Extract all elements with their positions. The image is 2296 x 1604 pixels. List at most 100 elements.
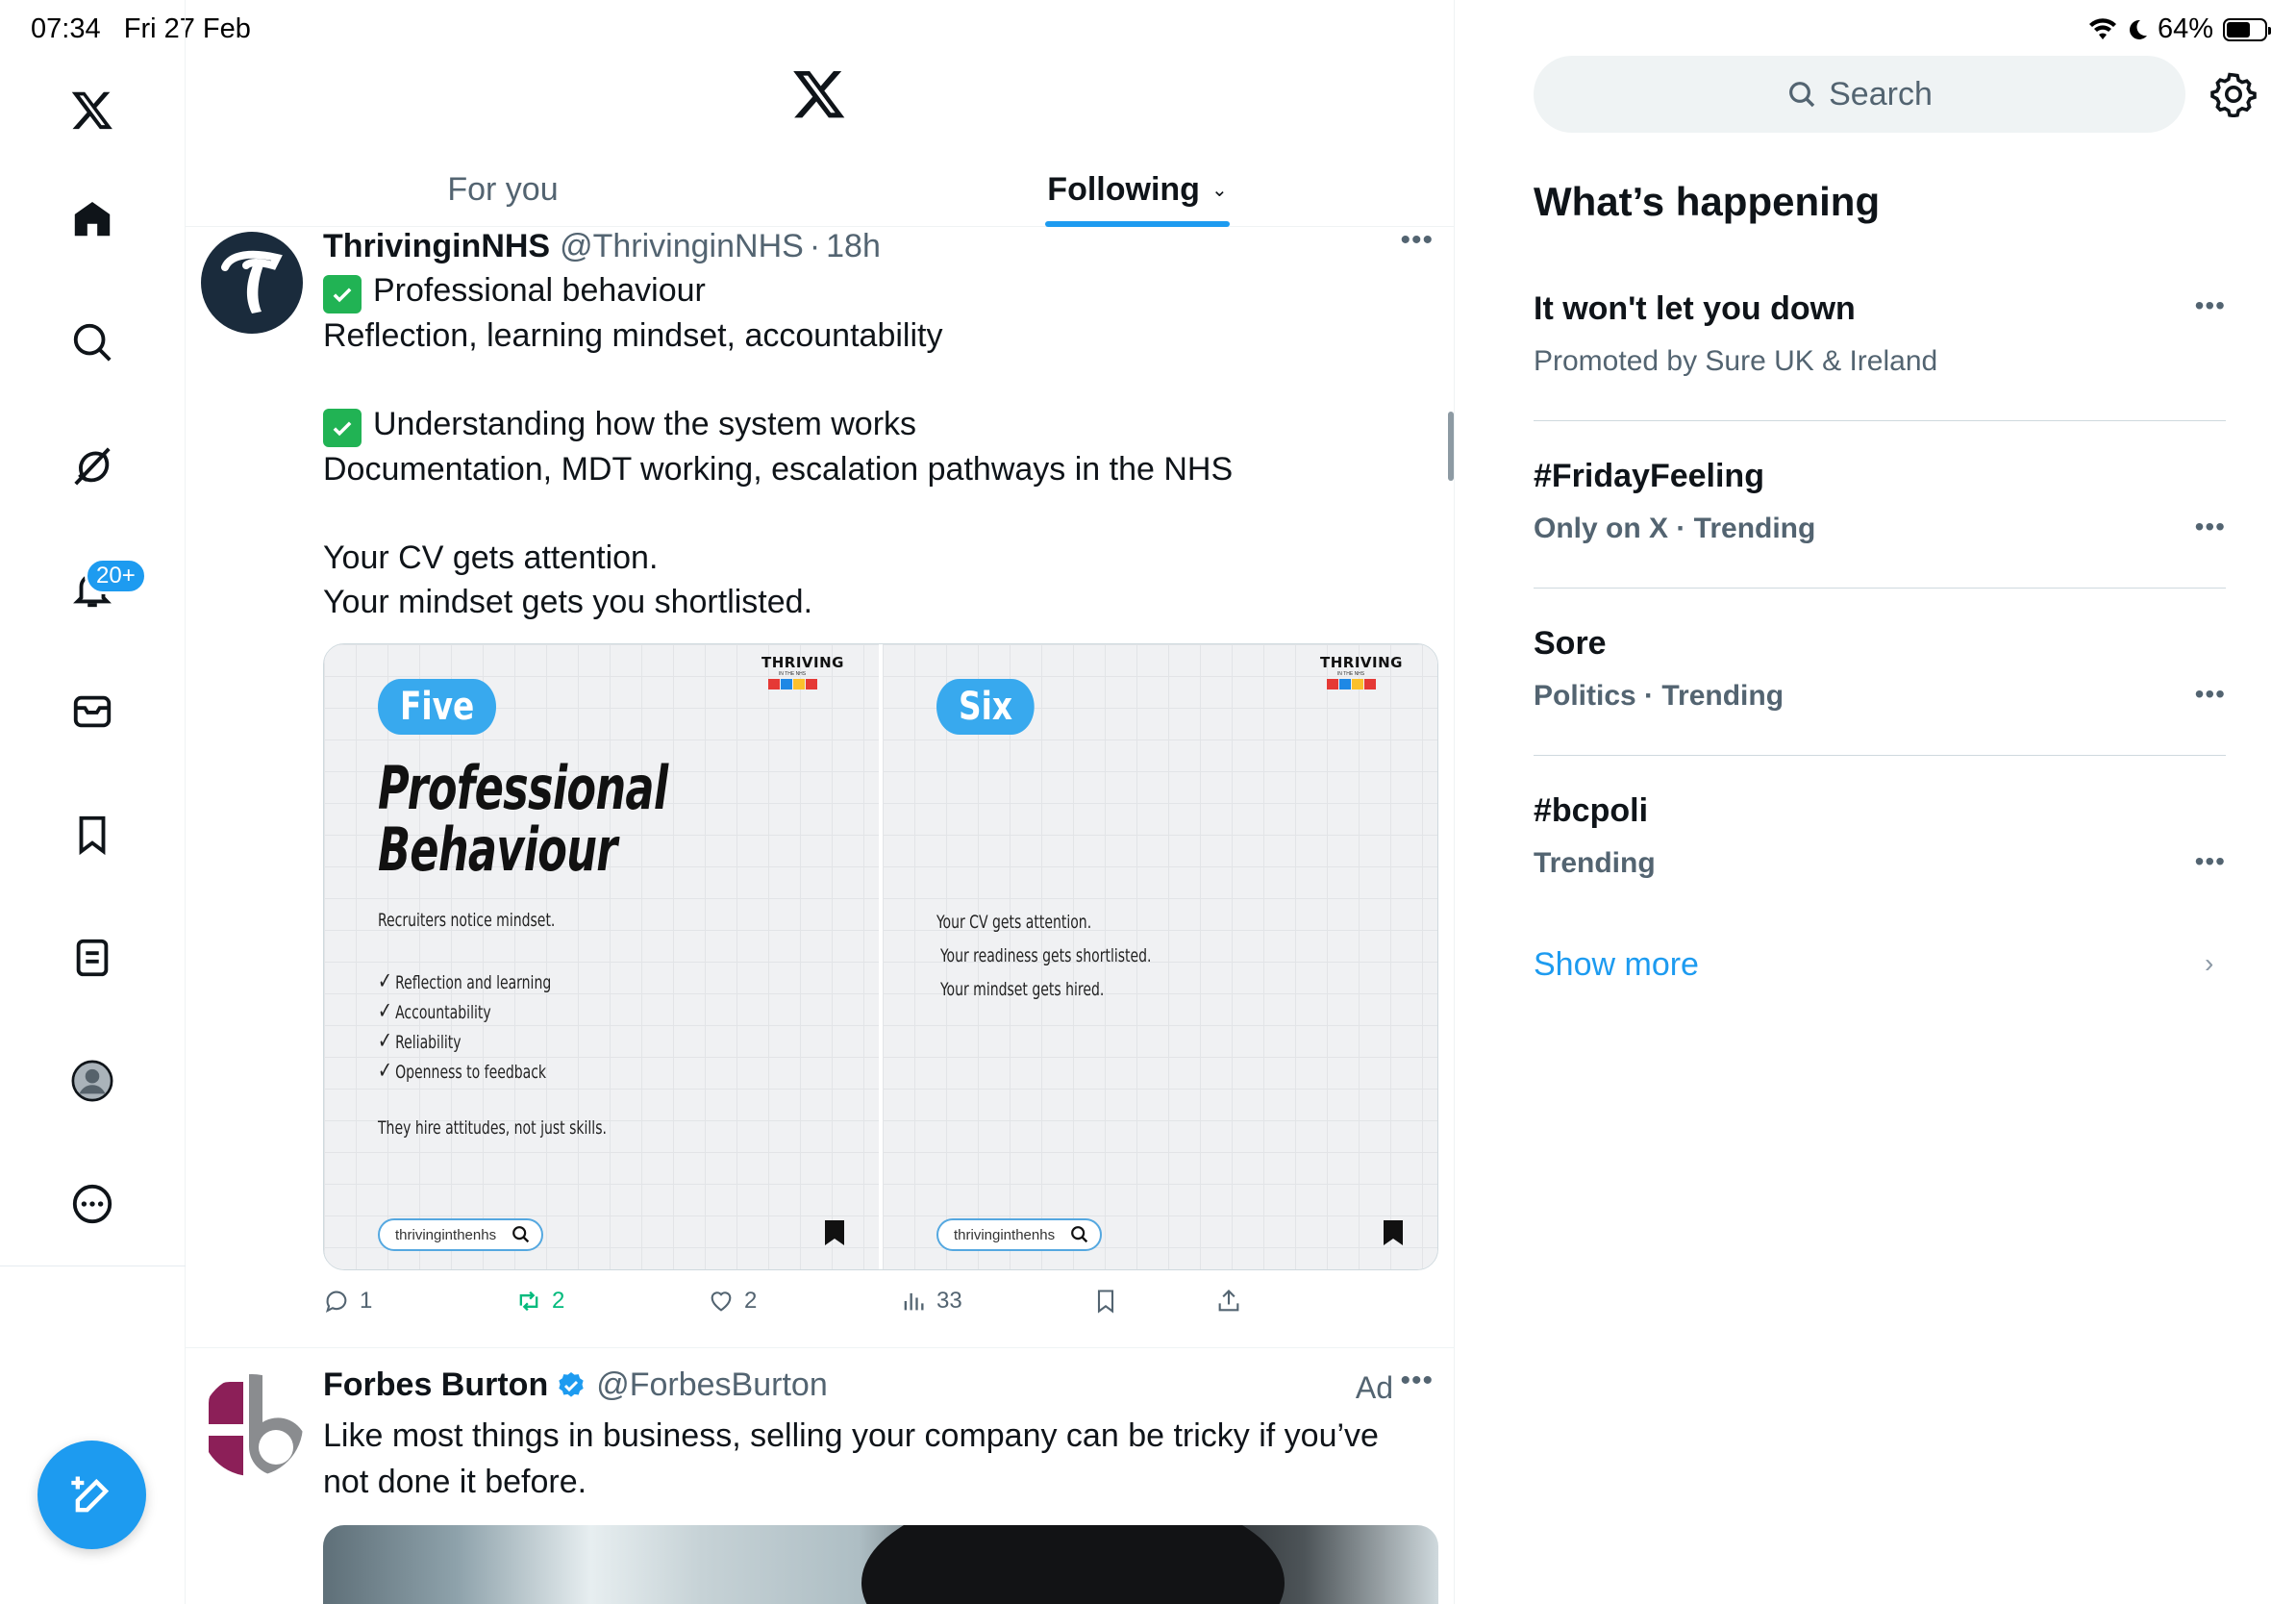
trend-more-icon[interactable]: •••: [2195, 846, 2226, 877]
post-media[interactable]: Five THRIVING IN THE NHS Professional Be…: [323, 643, 1438, 1270]
share-button[interactable]: [1215, 1288, 1242, 1315]
post[interactable]: ThrivinginNHS @ThrivinginNHS · 18h ••• P…: [186, 224, 1454, 1348]
grok-icon[interactable]: [63, 437, 121, 494]
repost-icon: [519, 1291, 538, 1312]
trend-more-icon[interactable]: •••: [2195, 290, 2226, 321]
author-name[interactable]: Forbes Burton: [323, 1366, 548, 1404]
like-button[interactable]: 2: [708, 1288, 757, 1315]
verified-badge-icon: [559, 1371, 584, 1397]
slide-search-text: thrivinginthenhs: [954, 1226, 1056, 1243]
post-timestamp[interactable]: 18h: [826, 228, 881, 265]
brand-subtitle: IN THE NHS: [778, 671, 807, 677]
timeline: For you Following ⌄ ThrivinginNHS @Thriv…: [186, 0, 1455, 1604]
search-input[interactable]: Search: [1534, 56, 2185, 133]
tick-icon: ✓: [378, 997, 392, 1024]
slide-text: Recruiters notice mindset.: [378, 910, 556, 931]
compose-button[interactable]: [37, 1441, 146, 1549]
x-logo-icon[interactable]: [63, 81, 121, 138]
slide-search-bar: thrivinginthenhs: [378, 1218, 543, 1251]
reply-button[interactable]: 1: [323, 1288, 372, 1315]
post-line: Your CV gets attention.: [323, 539, 659, 576]
trend-more-icon[interactable]: •••: [2195, 679, 2226, 710]
slide-text: Your readiness gets shortlisted.: [940, 945, 1152, 966]
view-count: 33: [936, 1288, 962, 1314]
heart-icon: [711, 1291, 732, 1312]
timeline-tabs: For you Following ⌄: [186, 154, 1454, 227]
slide-list-item: Openness to feedback: [395, 1062, 547, 1083]
post-media[interactable]: [323, 1525, 1438, 1604]
post-more-icon[interactable]: •••: [1400, 1365, 1434, 1397]
home-icon[interactable]: [63, 190, 121, 248]
bookmark-button[interactable]: [1092, 1288, 1119, 1315]
more-icon[interactable]: [63, 1175, 121, 1233]
trend-item[interactable]: #FridayFeeling Only on X · Trending •••: [1534, 458, 2226, 545]
color-block: [1351, 679, 1363, 689]
reply-icon: [325, 1291, 347, 1313]
lists-icon[interactable]: [63, 929, 121, 987]
post-body: Professional behaviour Reflection, learn…: [323, 268, 1233, 624]
trend-item[interactable]: Sore Politics · Trending •••: [1534, 625, 2226, 713]
trend-more-icon[interactable]: •••: [2195, 512, 2226, 542]
slide-text: Your mindset gets hired.: [940, 979, 1105, 1000]
author-handle[interactable]: @ThrivinginNHS: [560, 228, 804, 265]
scrollbar-thumb[interactable]: [1448, 412, 1454, 481]
tick-icon: ✓: [378, 1057, 392, 1084]
trend-item[interactable]: It won't let you down Promoted by Sure U…: [1534, 290, 2226, 378]
tab-label: For you: [447, 171, 559, 208]
chevron-right-icon[interactable]: ›: [2205, 948, 2213, 979]
notification-count-badge: 20+: [85, 558, 147, 594]
search-icon: [1071, 1226, 1088, 1243]
post-ad[interactable]: Forbes Burton @ForbesBurton Ad ••• Like …: [186, 1349, 1454, 1604]
brand-subtitle: IN THE NHS: [1336, 671, 1365, 677]
views-button[interactable]: 33: [900, 1288, 962, 1315]
post-more-icon[interactable]: •••: [1400, 224, 1434, 257]
slide-heading: Professional Behaviour: [378, 758, 668, 881]
trend-subtitle: Trending: [1534, 847, 1656, 879]
color-block: [792, 679, 805, 689]
avatar[interactable]: [201, 232, 303, 334]
compose-post-icon: [70, 1476, 109, 1512]
bookmarks-icon[interactable]: [63, 806, 121, 864]
trend-divider: [1534, 755, 2226, 756]
slide-list-item: Reliability: [395, 1032, 462, 1053]
repost-button[interactable]: 2: [515, 1288, 564, 1315]
tab-following[interactable]: Following ⌄: [820, 154, 1454, 227]
thriving-brand-logo: THRIVING IN THE NHS: [761, 654, 843, 689]
ad-label: Ad: [1355, 1370, 1393, 1405]
check-mark-icon: [323, 409, 362, 447]
slide-list-item: Accountability: [395, 1002, 491, 1023]
forbes-burton-logo-icon: [201, 1374, 303, 1476]
trend-subtitle: Promoted by Sure UK & Ireland: [1534, 345, 1938, 377]
views-chart-icon: [904, 1292, 924, 1311]
messages-icon[interactable]: [63, 683, 121, 740]
gear-icon[interactable]: [2210, 71, 2257, 117]
show-more-link[interactable]: Show more: [1534, 946, 1699, 984]
color-block: [1338, 679, 1351, 689]
bookmark-icon: [1097, 1290, 1114, 1314]
slide-number-pill: Six: [936, 679, 1035, 735]
like-count: 2: [744, 1288, 758, 1314]
post-line: Professional behaviour: [373, 272, 706, 309]
trend-divider: [1534, 420, 2226, 421]
search-icon: [1789, 82, 1815, 108]
media-image-five[interactable]: Five THRIVING IN THE NHS Professional Be…: [324, 644, 879, 1269]
color-block: [1363, 679, 1376, 689]
author-name[interactable]: ThrivinginNHS: [323, 228, 550, 265]
chevron-down-icon[interactable]: ⌄: [1211, 178, 1228, 202]
media-image-six[interactable]: Six THRIVING IN THE NHS Your CV gets att…: [883, 644, 1437, 1269]
author-handle[interactable]: @ForbesBurton: [596, 1366, 828, 1404]
profile-icon[interactable]: [63, 1052, 121, 1110]
color-block: [767, 679, 780, 689]
tab-for-you[interactable]: For you: [186, 154, 820, 226]
slide-text: They hire attitudes, not just skills.: [378, 1117, 607, 1139]
avatar[interactable]: [201, 1374, 303, 1476]
tick-icon: ✓: [378, 967, 392, 994]
x-logo-icon[interactable]: [791, 65, 847, 121]
search-icon[interactable]: [63, 313, 121, 371]
trend-subtitle: Only on X · Trending: [1534, 513, 1816, 544]
brand-color-blocks: [761, 679, 823, 689]
trend-title: Sore: [1534, 625, 1607, 662]
trend-item[interactable]: #bcpoli Trending •••: [1534, 792, 2226, 880]
post-line: Reflection, learning mindset, accountabi…: [323, 317, 943, 354]
whats-happening-title: What’s happening: [1534, 179, 1881, 224]
